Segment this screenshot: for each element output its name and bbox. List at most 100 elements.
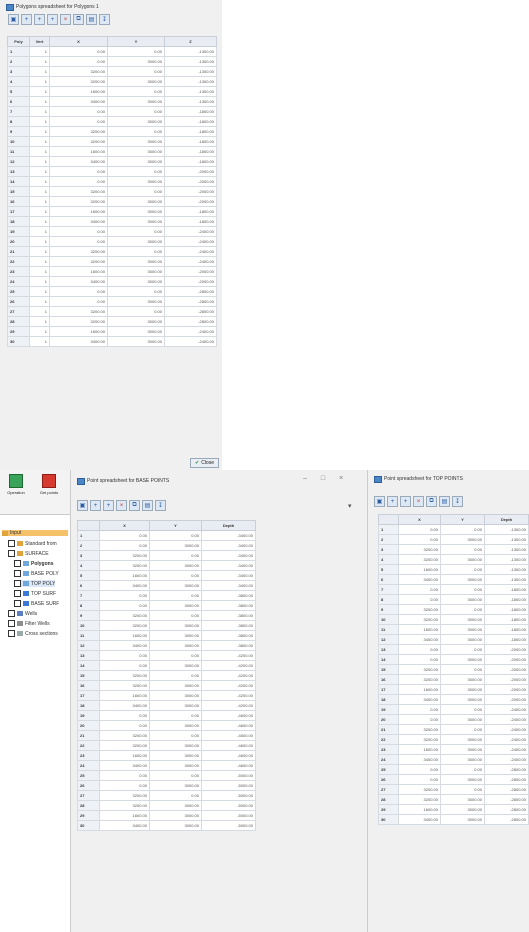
table-cell[interactable]: -2800.00	[484, 804, 529, 815]
table-cell[interactable]: 1	[29, 306, 50, 317]
table-cell[interactable]: 3000.00	[107, 96, 165, 107]
row-number[interactable]: 10	[7, 136, 30, 147]
ribbon-button-operation[interactable]: Operation	[3, 472, 29, 508]
table-row[interactable]: 9 1 3200.00 0.00 -1800.00	[7, 126, 217, 137]
row-number[interactable]: 26	[7, 296, 30, 307]
table-cell[interactable]: 0.00	[99, 600, 150, 611]
table-cell[interactable]: -4600.00	[201, 720, 256, 731]
table-cell[interactable]: 3000.00	[107, 206, 165, 217]
table-cell[interactable]: -2800.00	[164, 286, 217, 297]
table-cell[interactable]: 0.00	[99, 540, 150, 551]
column-header[interactable]: Y	[440, 514, 485, 525]
table-row[interactable]: 16 3200.00 3000.00 -4200.00	[77, 680, 256, 691]
append-row-icon[interactable]: +	[400, 496, 411, 507]
table-row[interactable]: 25 0.00 0.00 -5000.00	[77, 770, 256, 781]
table-cell[interactable]: 3000.00	[107, 116, 165, 127]
table-cell[interactable]: -1800.00	[164, 116, 217, 127]
table-cell[interactable]: 0.00	[149, 590, 202, 601]
table-cell[interactable]: 1600.00	[99, 750, 150, 761]
table-cell[interactable]: -2000.00	[484, 644, 529, 655]
table-row[interactable]: 22 3200.00 3000.00 -4600.00	[77, 740, 256, 751]
table-cell[interactable]: 1	[29, 196, 50, 207]
table-cell[interactable]: 3000.00	[149, 540, 202, 551]
table-cell[interactable]: 0.00	[440, 564, 485, 575]
table-cell[interactable]: -2000.00	[164, 176, 217, 187]
table-row[interactable]: 17 1600.00 3000.00 -4200.00	[77, 690, 256, 701]
tree-item[interactable]: TOP SURF	[14, 590, 56, 597]
column-header[interactable]	[378, 514, 399, 525]
checkbox[interactable]	[14, 570, 21, 577]
table-cell[interactable]: -2400.00	[484, 744, 529, 755]
table-row[interactable]: 18 3400.00 3000.00 -4200.00	[77, 700, 256, 711]
table-cell[interactable]: 3200.00	[398, 784, 441, 795]
table-cell[interactable]: 3400.00	[398, 574, 441, 585]
table-row[interactable]: 13 1 0.00 0.00 -2000.00	[7, 166, 217, 177]
table-cell[interactable]: 1	[29, 66, 50, 77]
table-row[interactable]: 12 3400.00 3000.00 -1800.00	[378, 634, 529, 645]
table-row[interactable]: 28 3200.00 3000.00 -5000.00	[77, 800, 256, 811]
table-cell[interactable]: 3000.00	[440, 674, 485, 685]
row-number[interactable]: 11	[378, 624, 399, 635]
table-row[interactable]: 30 3400.00 3000.00 -2800.00	[378, 814, 529, 825]
table-cell[interactable]: 0.00	[107, 46, 165, 57]
table-row[interactable]: 4 3200.00 3000.00 -3400.00	[77, 560, 256, 571]
table-cell[interactable]: 3000.00	[149, 820, 202, 831]
table-cell[interactable]: 3200.00	[99, 560, 150, 571]
row-number[interactable]: 6	[378, 574, 399, 585]
table-cell[interactable]: -3800.00	[201, 590, 256, 601]
row-number[interactable]: 15	[77, 670, 100, 681]
row-number[interactable]: 27	[77, 790, 100, 801]
table-row[interactable]: 12 1 3400.00 3000.00 -1800.00	[7, 156, 217, 167]
table-cell[interactable]: -4200.00	[201, 670, 256, 681]
table-row[interactable]: 27 1 3200.00 0.00 -2800.00	[7, 306, 217, 317]
table-cell[interactable]: 0.00	[440, 784, 485, 795]
table-cell[interactable]: -1800.00	[164, 146, 217, 157]
row-number[interactable]: 2	[378, 534, 399, 545]
table-row[interactable]: 16 1 3200.00 3000.00 -2000.00	[7, 196, 217, 207]
table-cell[interactable]: -1300.00	[164, 66, 217, 77]
table-cell[interactable]: 3000.00	[440, 814, 485, 825]
row-number[interactable]: 13	[77, 650, 100, 661]
table-row[interactable]: 22 1 3200.00 3000.00 -2400.00	[7, 256, 217, 267]
table-cell[interactable]: 3000.00	[440, 714, 485, 725]
row-number[interactable]: 14	[378, 654, 399, 665]
table-cell[interactable]: 3000.00	[107, 196, 165, 207]
table-cell[interactable]: 3400.00	[49, 156, 108, 167]
table-cell[interactable]: -1800.00	[484, 584, 529, 595]
row-number[interactable]: 7	[378, 584, 399, 595]
checkbox[interactable]	[8, 620, 15, 627]
table-cell[interactable]: 0.00	[149, 570, 202, 581]
table-cell[interactable]: 1	[29, 216, 50, 227]
table-cell[interactable]: 0.00	[49, 56, 108, 67]
row-number[interactable]: 22	[7, 256, 30, 267]
tree-item[interactable]: BASE SURF	[14, 600, 59, 607]
table-cell[interactable]: -2400.00	[164, 256, 217, 267]
table-cell[interactable]: 3000.00	[107, 276, 165, 287]
table-cell[interactable]: 3000.00	[440, 774, 485, 785]
table-cell[interactable]: 3000.00	[440, 734, 485, 745]
row-number[interactable]: 10	[77, 620, 100, 631]
table-cell[interactable]: 1	[29, 126, 50, 137]
column-header[interactable]: Z	[164, 36, 217, 47]
row-number[interactable]: 9	[7, 126, 30, 137]
table-cell[interactable]: 0.00	[440, 524, 485, 535]
table-row[interactable]: 20 1 0.00 3000.00 -2400.00	[7, 236, 217, 247]
table-cell[interactable]: 3000.00	[149, 660, 202, 671]
table-cell[interactable]: 0.00	[440, 704, 485, 715]
table-cell[interactable]: -3400.00	[201, 570, 256, 581]
row-number[interactable]: 2	[7, 56, 30, 67]
table-cell[interactable]: 3400.00	[398, 634, 441, 645]
table-row[interactable]: 26 0.00 3000.00 -2800.00	[378, 774, 529, 785]
table-row[interactable]: 1 0.00 0.00 -3400.00	[77, 530, 256, 541]
table-cell[interactable]: 3000.00	[440, 624, 485, 635]
table-row[interactable]: 2 0.00 3000.00 -1300.00	[378, 534, 529, 545]
table-cell[interactable]: 1	[29, 86, 50, 97]
table-cell[interactable]: 3400.00	[398, 754, 441, 765]
row-number[interactable]: 26	[77, 780, 100, 791]
table-row[interactable]: 5 1600.00 0.00 -3400.00	[77, 570, 256, 581]
table-cell[interactable]: 0.00	[398, 524, 441, 535]
table-row[interactable]: 9 3200.00 0.00 -1800.00	[378, 604, 529, 615]
table-cell[interactable]: -1800.00	[484, 634, 529, 645]
table-cell[interactable]: 3000.00	[149, 690, 202, 701]
table-cell[interactable]: 1600.00	[398, 564, 441, 575]
